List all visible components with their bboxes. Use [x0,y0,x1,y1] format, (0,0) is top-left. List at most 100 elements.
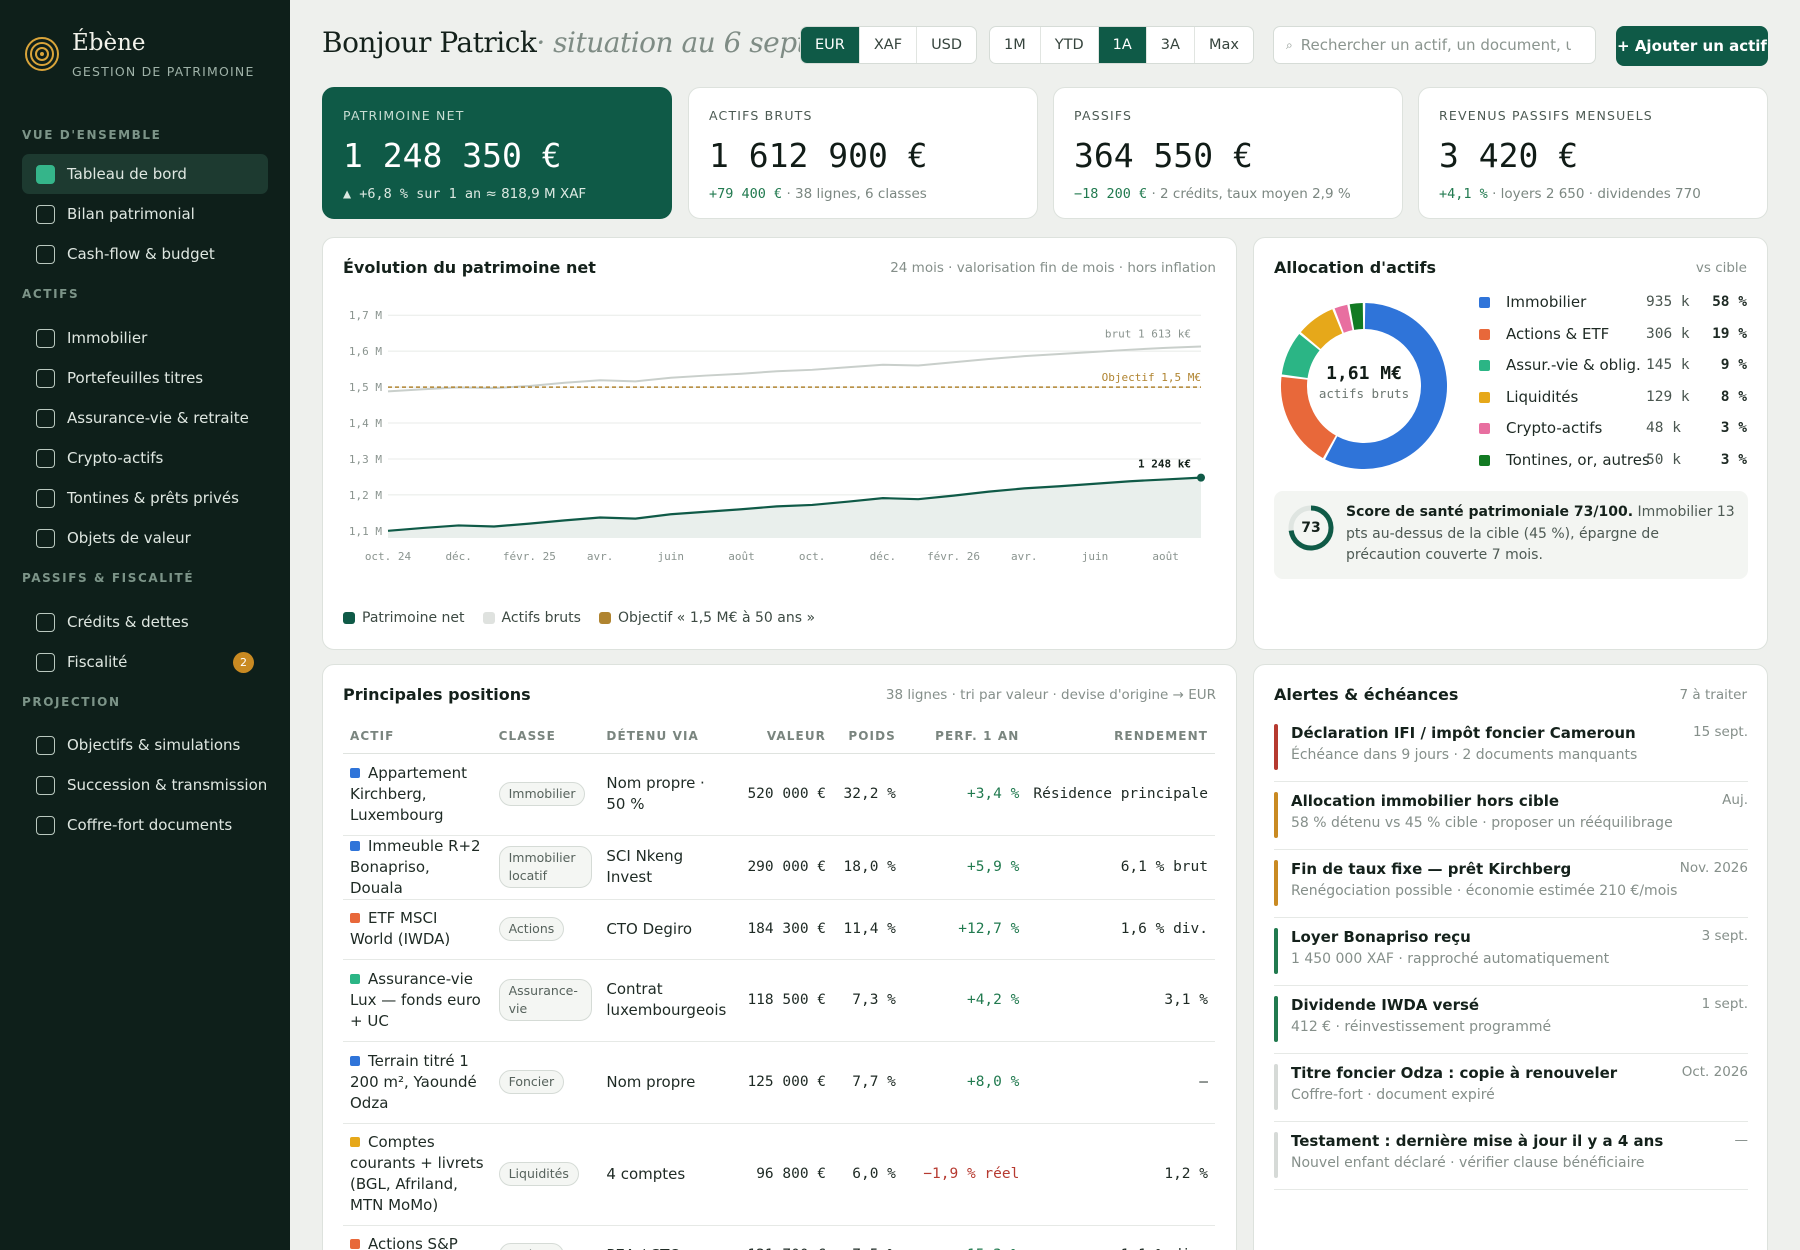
column-header-rendement[interactable]: RENDEMENT [1026,719,1215,754]
health-score-card[interactable]: 73 Score de santé patrimoniale 73/100. I… [1274,491,1748,579]
sidebar-item-credits-dettes[interactable]: Crédits & dettes [22,602,268,642]
table-row[interactable]: Actions S&P 500 Actions PEA / CTO121 700 €… [343,1225,1215,1250]
brand-logo-icon [25,37,59,71]
table-row[interactable]: Assurance-vie Lux — fonds euro + UC Assur… [343,959,1215,1042]
sidebar-item-tableau-de-bord[interactable]: Tableau de bord [22,154,268,194]
sidebar-item-label: Portefeuilles titres [67,369,204,387]
allocation-color-dot [1479,296,1490,308]
column-header-valeur[interactable]: VALEUR [733,719,834,754]
kpi-card-revenus-passifs-mensuels[interactable]: REVENUS PASSIFS MENSUELS 3 420 € +4,1 % · … [1418,87,1768,219]
donut-slice-tontines-or-autres[interactable] [1349,303,1364,330]
allocation-percent: 58 % [1712,294,1747,310]
column-header-poids[interactable]: POIDS [833,719,903,754]
alert-item[interactable]: Allocation immobilier hors cible 58 % dét… [1274,790,1748,850]
kpi-footer: +79 400 € · 38 lignes, 6 classes [709,186,1017,202]
kpi-card-patrimoine-net[interactable]: PATRIMOINE NET 1 248 350 € ▲ +6,8 % sur 1 … [322,87,672,219]
alert-subtitle: Renégociation possible · économie estimé… [1291,883,1678,899]
period-max-button[interactable]: Max [1195,27,1253,63]
y-tick-label: 1,2 M [349,489,382,502]
net-worth-endpoint[interactable] [1197,473,1205,482]
asset-class-pill: Actions [498,1243,565,1250]
allocation-row-assur-vie-oblig[interactable]: Assur.-vie & oblig. 145 k 9 % [1479,353,1747,377]
allocation-row-immobilier[interactable]: Immobilier 935 k 58 % [1479,290,1747,314]
sidebar-item-cash-flow-budget[interactable]: Cash-flow & budget [22,234,268,274]
kpi-label: PASSIFS [1074,108,1133,123]
asset-class-pill: Foncier [498,1070,565,1094]
table-row[interactable]: Immeuble R+2 Bonapriso, Douala Immobilier… [343,835,1215,900]
sidebar-item-bilan-patrimonial[interactable]: Bilan patrimonial [22,194,268,234]
cell-class: Foncier [491,1041,600,1124]
sidebar-item-tontines-prets-prives[interactable]: Tontines & prêts privés [22,478,268,518]
sidebar-item-immobilier[interactable]: Immobilier [22,318,268,358]
column-header-detenu-via[interactable]: DÉTENU VIA [599,719,734,754]
allocation-meta: vs cible [1695,260,1747,276]
allocation-value: 306 k [1646,326,1690,342]
positions-title: Principales positions [343,685,531,704]
kpi-label: ACTIFS BRUTS [709,108,813,123]
nav-checkbox-icon [36,408,55,428]
alert-item[interactable]: Déclaration IFI / impôt foncier Cameroun… [1274,722,1748,782]
period-ytd-button[interactable]: YTD [1041,27,1099,63]
cell-yield: 1,1 % div. [1026,1225,1215,1250]
x-tick-label: févr. 26 [927,550,980,563]
brand[interactable]: Ébène GESTION DE PATRIMOINE [24,30,255,79]
search-input[interactable] [1300,36,1571,54]
donut-slice-crypto-actifs[interactable] [1334,304,1353,333]
sidebar-item-portefeuilles-titres[interactable]: Portefeuilles titres [22,358,268,398]
alert-item[interactable]: Testament : dernière mise à jour il y a … [1274,1130,1748,1190]
allocation-percent: 3 % [1720,420,1747,436]
allocation-row-liquidites[interactable]: Liquidités 129 k 8 % [1479,385,1747,409]
sidebar-item-succession-transmission[interactable]: Succession & transmission [22,765,268,805]
donut-center-label: actifs bruts [1318,386,1410,401]
donut-slice-liquidites[interactable] [1300,309,1343,350]
kpi-card-passifs[interactable]: PASSIFS 364 550 € −18 200 € · 2 crédits, t… [1053,87,1403,219]
alert-priority-bar [1274,1132,1278,1178]
cell-weight: 7,7 % [833,1041,903,1124]
positions-panel: Principales positions 38 lignes · tri pa… [322,664,1237,1250]
table-row[interactable]: Comptes courants + livrets (BGL, Afrilan… [343,1123,1215,1226]
sidebar-item-label: Tableau de bord [67,165,187,183]
allocation-row-crypto-actifs[interactable]: Crypto-actifs 48 k 3 % [1479,416,1747,440]
donut-center: 1,61 M€ actifs bruts [1274,363,1454,401]
alert-item[interactable]: Loyer Bonapriso reçu 1 450 000 XAF · rapp… [1274,926,1748,986]
table-row[interactable]: Terrain titré 1 200 m², Yaoundé Odza Fonc… [343,1041,1215,1124]
allocation-row-tontines-or-autres[interactable]: Tontines, or, autres 50 k 3 % [1479,448,1747,472]
cell-class: Assurance-vie [491,959,600,1042]
kpi-card-actifs-bruts[interactable]: ACTIFS BRUTS 1 612 900 € +79 400 € · 38 li… [688,87,1038,219]
cell-weight: 18,0 % [833,835,903,900]
x-tick-label: avr. [1011,550,1038,563]
allocation-row-actions-etf[interactable]: Actions & ETF 306 k 19 % [1479,322,1747,346]
alert-item[interactable]: Dividende IWDA versé 412 € · réinvestisse… [1274,994,1748,1054]
kpi-delta: +79 400 € [709,186,783,202]
column-header-classe[interactable]: CLASSE [491,719,600,754]
table-row[interactable]: ETF MSCI World (IWDA) Actions CTO Degiro 18… [343,899,1215,960]
legend-swatch-goal [598,612,611,624]
sidebar-item-objectifs-simulations[interactable]: Objectifs & simulations [22,725,268,765]
legend-item-goal: Objectif « 1,5 M€ à 50 ans » [598,610,815,626]
add-asset-button[interactable]: + Ajouter un actif [1616,26,1768,66]
cell-weight: 7,5 % [833,1225,903,1250]
sidebar-item-fiscalite[interactable]: Fiscalité 2 [22,642,268,682]
nav-section-actifs: ACTIFS [22,287,80,301]
sidebar-item-coffre-fort-documents[interactable]: Coffre-fort documents [22,805,268,845]
currency-eur-button[interactable]: EUR [801,27,860,63]
column-header-perf-1-an[interactable]: PERF. 1 AN [902,719,1027,754]
table-row[interactable]: Appartement Kirchberg, Luxembourg Immobil… [343,753,1215,836]
period-3a-button[interactable]: 3A [1147,27,1195,63]
x-tick-label: août [728,550,755,563]
period-1a-button[interactable]: 1A [1098,27,1147,63]
sidebar-item-assurance-vie-retraite[interactable]: Assurance-vie & retraite [22,398,268,438]
allocation-value: 145 k [1646,357,1690,373]
alert-item[interactable]: Fin de taux fixe — prêt Kirchberg Renégoc… [1274,858,1748,918]
asset-class-dot [350,1137,360,1147]
column-header-actif[interactable]: ACTIF [343,719,492,754]
alert-item[interactable]: Titre foncier Odza : copie à renouveler C… [1274,1062,1748,1122]
greeting: Bonjour Patrick [322,26,537,59]
sidebar-item-crypto-actifs[interactable]: Crypto-actifs [22,438,268,478]
currency-usd-button[interactable]: USD [917,27,976,63]
currency-xaf-button[interactable]: XAF [860,27,918,63]
sidebar-item-objets-de-valeur[interactable]: Objets de valeur [22,518,268,558]
asset-name: Actions S&P 500 [368,1235,458,1250]
period-1m-button[interactable]: 1M [990,27,1041,63]
sidebar-item-label: Tontines & prêts privés [67,489,239,507]
